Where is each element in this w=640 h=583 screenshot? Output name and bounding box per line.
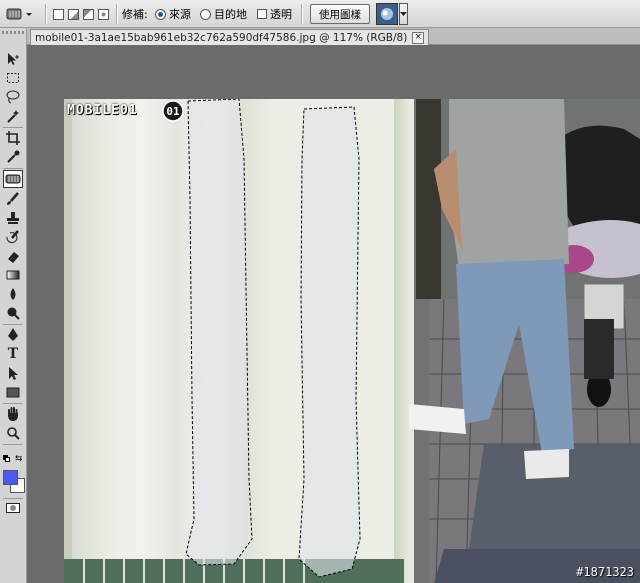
hand-tool-icon[interactable] — [3, 405, 23, 423]
lasso-tool-icon[interactable] — [3, 88, 23, 106]
history-brush-tool-icon[interactable] — [3, 228, 23, 246]
close-icon[interactable]: × — [412, 32, 425, 44]
source-option[interactable]: 來源 — [155, 0, 191, 28]
transparent-label: 透明 — [270, 8, 292, 21]
chevron-down-icon — [400, 11, 407, 16]
clone-stamp-tool-icon[interactable] — [3, 209, 23, 227]
source-radio[interactable] — [155, 8, 166, 20]
transparent-checkbox[interactable] — [257, 9, 267, 19]
pattern-swatch-icon[interactable] — [376, 3, 398, 25]
destination-label: 目的地 — [214, 8, 247, 21]
gradient-tool-icon[interactable] — [3, 266, 23, 284]
workspace-pasteboard — [27, 45, 64, 583]
patch-selection-right — [298, 106, 361, 578]
path-selection-tool-icon[interactable] — [3, 364, 23, 382]
mobile01-logo: MOBILE01 — [67, 103, 138, 118]
chevron-down-icon — [26, 13, 32, 16]
document-canvas[interactable]: 01 MOBILE01 #1871323 — [64, 99, 640, 583]
document-tab[interactable]: mobile01-3a1ae15bab961eb32c762a590df4758… — [30, 29, 430, 46]
document-title: mobile01-3a1ae15bab961eb32c762a590df4758… — [35, 32, 408, 44]
crop-tool-icon[interactable] — [3, 129, 23, 147]
intersect-selection-button[interactable] — [98, 8, 109, 20]
toolbox: T ⇆ — [0, 28, 27, 583]
transparent-option[interactable]: 透明 — [257, 0, 292, 28]
tool-preset-picker[interactable] — [4, 0, 34, 28]
pattern-picker[interactable] — [376, 0, 408, 28]
pattern-dropdown-button[interactable] — [399, 3, 408, 25]
eyedropper-tool-icon[interactable] — [3, 148, 23, 166]
quick-mask-icon[interactable] — [3, 499, 23, 517]
swap-colors-icon[interactable]: ⇆ — [15, 454, 23, 464]
patch-tool-preset-icon — [6, 8, 32, 20]
foreground-color-swatch[interactable] — [3, 470, 18, 485]
subtract-selection-button[interactable] — [83, 8, 94, 20]
workspace-pasteboard-top — [64, 45, 640, 99]
add-selection-button[interactable] — [68, 8, 79, 20]
blur-tool-icon[interactable] — [3, 285, 23, 303]
marquee-tool-icon[interactable] — [3, 69, 23, 87]
dodge-tool-icon[interactable] — [3, 304, 23, 322]
eraser-tool-icon[interactable] — [3, 247, 23, 265]
toolbox-grip[interactable] — [2, 31, 24, 34]
patch-tool-icon[interactable] — [3, 170, 23, 188]
photo-image: 01 — [64, 99, 640, 583]
pen-tool-icon[interactable] — [3, 326, 23, 344]
rectangle-tool-icon[interactable] — [3, 383, 23, 401]
destination-option[interactable]: 目的地 — [200, 0, 247, 28]
destination-radio[interactable] — [200, 8, 211, 20]
use-pattern-wrap: 使用圖樣 — [310, 0, 370, 28]
use-pattern-button[interactable]: 使用圖樣 — [310, 4, 370, 24]
brush-tool-icon[interactable] — [3, 190, 23, 208]
patch-selection-left — [185, 99, 253, 566]
patch-label: 修補: — [122, 8, 148, 21]
type-tool-icon[interactable]: T — [3, 345, 23, 363]
source-label: 來源 — [169, 8, 191, 21]
new-selection-button[interactable] — [53, 8, 64, 20]
zoom-tool-icon[interactable] — [3, 424, 23, 442]
magic-wand-tool-icon[interactable] — [3, 107, 23, 125]
selection-mode-group — [53, 0, 109, 28]
options-bar: 修補: 來源 目的地 透明 使用圖樣 — [0, 0, 640, 28]
watermark-id: #1871323 — [576, 565, 634, 579]
document-tab-bar: mobile01-3a1ae15bab961eb32c762a590df4758… — [27, 28, 640, 46]
default-colors-icon[interactable] — [3, 455, 10, 462]
move-tool-icon[interactable] — [3, 50, 23, 68]
svg-text:01: 01 — [166, 105, 180, 118]
